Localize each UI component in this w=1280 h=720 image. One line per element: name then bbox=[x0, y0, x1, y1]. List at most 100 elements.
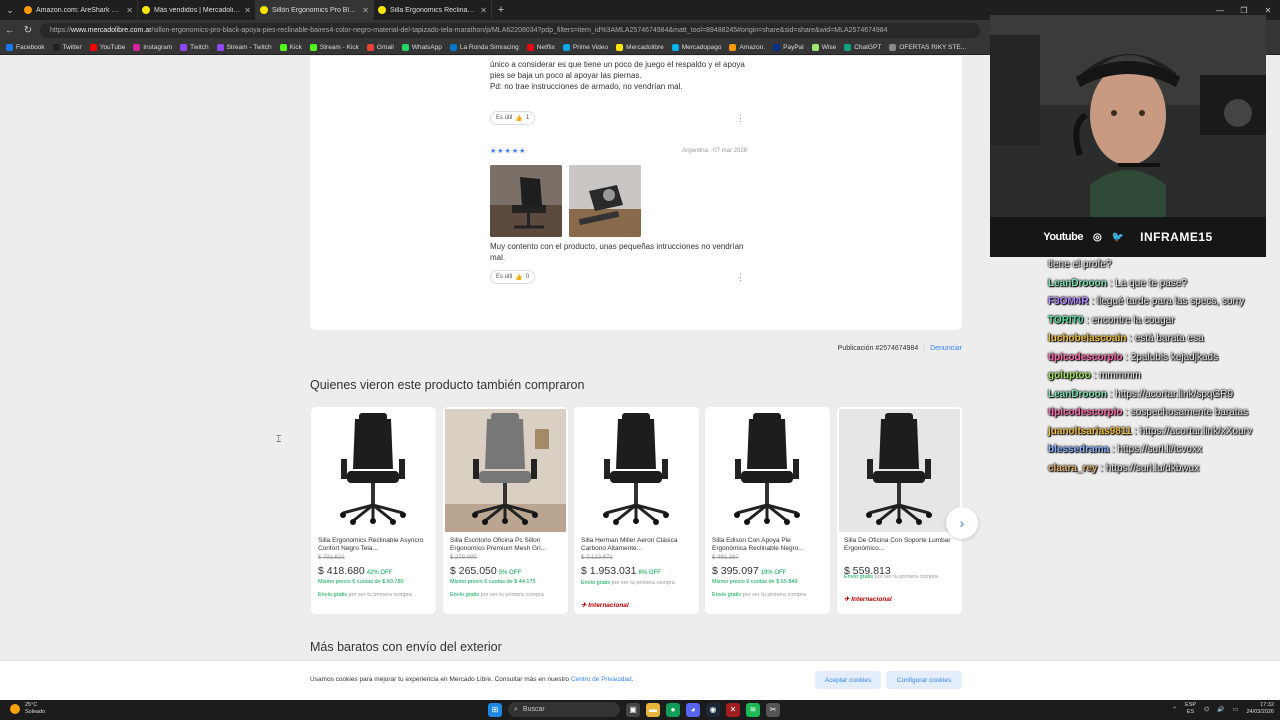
bookmark-item[interactable]: YouTube bbox=[89, 43, 125, 51]
bookmark-item[interactable]: Twitter bbox=[52, 43, 82, 51]
spotify-icon[interactable]: ≋ bbox=[746, 702, 760, 717]
chat-text: : sospechosamente baratas bbox=[1122, 407, 1249, 418]
close-tab-icon[interactable]: ✕ bbox=[244, 6, 251, 15]
configure-cookies-button[interactable]: Configurar cookies bbox=[886, 671, 962, 689]
taskbar-search[interactable]: ⌕ Buscar bbox=[508, 702, 620, 717]
tab-favicon-icon bbox=[260, 6, 268, 14]
review-photo-1[interactable] bbox=[490, 165, 562, 237]
review-photo-2[interactable] bbox=[569, 165, 641, 237]
bookmark-item[interactable]: PayPal bbox=[773, 43, 804, 51]
task-view-icon[interactable]: ▣ bbox=[626, 702, 640, 717]
bookmark-item[interactable]: WhatsApp bbox=[401, 43, 442, 51]
carousel-next-button[interactable]: › bbox=[946, 507, 978, 539]
bookmark-item[interactable]: Facebook bbox=[6, 43, 45, 51]
product-name[interactable]: Silla Edison Con Apoya Pie Ergonómica Re… bbox=[712, 537, 826, 553]
tray-chevron-icon[interactable]: ⌃ bbox=[1172, 706, 1177, 713]
chat-text: tiene el profe? bbox=[1048, 259, 1112, 270]
tools-icon[interactable]: ✂ bbox=[766, 702, 780, 717]
product-image[interactable] bbox=[313, 409, 434, 532]
language-indicator[interactable]: ESP ES bbox=[1185, 702, 1196, 716]
browser-tab[interactable]: Amazon.com: AreShark Silla de ofi ✕ bbox=[20, 0, 138, 20]
url-field[interactable]: https://www.mercadolibre.com.ar/sillon-e… bbox=[40, 22, 980, 38]
file-explorer-icon[interactable]: ▬ bbox=[646, 702, 660, 717]
bookmark-item[interactable]: Twitch bbox=[180, 43, 209, 51]
browser-tab[interactable]: Más vendidos | Mercadolibre Arge✕ bbox=[138, 0, 256, 20]
maximize-icon[interactable]: ❐ bbox=[1232, 6, 1256, 15]
new-tab-button[interactable]: + bbox=[492, 4, 510, 16]
thumbs-up-icon: 👍 bbox=[515, 115, 523, 122]
product-card[interactable]: Silla Ergonomics Reclinable Asyncro Conf… bbox=[311, 407, 436, 614]
product-price: $ 265.050 5% OFF bbox=[450, 565, 522, 577]
bookmark-item[interactable]: ChatGPT bbox=[844, 43, 881, 51]
bookmark-item[interactable]: Mercadolibre bbox=[616, 43, 664, 51]
close-tab-icon[interactable]: ✕ bbox=[362, 6, 369, 15]
privacy-center-link[interactable]: Centro de Privacidad bbox=[571, 676, 632, 683]
bookmark-label: Stream - Twitch bbox=[226, 43, 272, 51]
accept-cookies-button[interactable]: Aceptar cookies bbox=[815, 671, 881, 689]
chat-message: goluptoo : mmmmm bbox=[1048, 367, 1266, 386]
product-name[interactable]: Silla Ergonomics Reclinable Asyncro Conf… bbox=[318, 537, 432, 553]
close-tab-icon[interactable]: ✕ bbox=[480, 6, 487, 15]
close-tab-icon[interactable]: ✕ bbox=[126, 6, 133, 15]
bookmark-item[interactable]: Stream - Kick bbox=[309, 43, 359, 51]
product-image[interactable] bbox=[839, 409, 960, 532]
bookmark-item[interactable]: Prime Video bbox=[562, 43, 609, 51]
bookmark-item[interactable]: Instagram bbox=[133, 43, 172, 51]
bookmark-item[interactable]: La Ronda Simracing bbox=[449, 43, 519, 51]
bookmark-item[interactable]: OFERTAS RIKY STE... bbox=[889, 43, 966, 51]
shipping-info: Envío gratis por ser tu primera compra bbox=[318, 592, 412, 598]
app-icon[interactable]: ✕ bbox=[726, 702, 740, 717]
back-icon[interactable]: ← bbox=[4, 25, 16, 36]
international-badge: ✈ Internacional bbox=[581, 602, 629, 609]
product-image[interactable] bbox=[576, 409, 697, 532]
section-title-cheaper-abroad: Más baratos con envío del exterior bbox=[310, 640, 502, 654]
discount-badge: 42% OFF bbox=[366, 570, 393, 576]
more-options-icon[interactable]: ⋮ bbox=[736, 113, 745, 124]
bookmark-item[interactable]: Mercadopago bbox=[671, 43, 721, 51]
bookmark-item[interactable]: Wise bbox=[811, 43, 836, 51]
network-icon[interactable]: ⌬ bbox=[1204, 706, 1209, 713]
minimize-icon[interactable]: — bbox=[1208, 6, 1232, 15]
weather-widget[interactable]: 25°C Soleado bbox=[10, 702, 45, 716]
volume-icon[interactable]: 🔊 bbox=[1217, 706, 1224, 713]
bookmark-item[interactable]: Gmail bbox=[366, 43, 394, 51]
browser-tab[interactable]: Sillón Ergonomics Pro Black Apoya✕ bbox=[256, 0, 374, 20]
bookmark-item[interactable]: Amazon. bbox=[729, 43, 765, 51]
product-card[interactable]: Silla Edison Con Apoya Pie Ergonómica Re… bbox=[705, 407, 830, 614]
product-image[interactable] bbox=[445, 409, 566, 532]
product-card[interactable]: Silla Escritorio Oficina Pc Sillon Ergon… bbox=[443, 407, 568, 614]
bookmark-icon bbox=[6, 43, 13, 51]
chat-username: LeanDrooon bbox=[1048, 277, 1107, 289]
battery-icon[interactable]: ▭ bbox=[1233, 706, 1239, 713]
clock[interactable]: 17:32 24/03/2026 bbox=[1246, 702, 1274, 716]
bookmark-item[interactable]: Kick bbox=[279, 43, 302, 51]
start-windows-icon[interactable]: ⊞ bbox=[488, 702, 502, 717]
chrome-icon[interactable]: ● bbox=[666, 702, 680, 717]
product-name[interactable]: Silla Herman Miller Aeron Clásica Carbon… bbox=[581, 537, 695, 553]
bookmark-item[interactable]: Stream - Twitch bbox=[216, 43, 272, 51]
thumbs-up-icon: 👍 bbox=[515, 274, 523, 281]
product-name[interactable]: Silla Escritorio Oficina Pc Sillon Ergon… bbox=[450, 537, 564, 553]
more-options-icon[interactable]: ⋮ bbox=[736, 272, 745, 283]
chat-text: : encontre la cougar bbox=[1083, 314, 1175, 326]
useful-button-1[interactable]: Es útil 👍 1 bbox=[490, 111, 536, 125]
cookie-banner: Usamos cookies para mejorar tu experienc… bbox=[0, 660, 1280, 700]
discord-icon[interactable]: ◕ bbox=[686, 702, 700, 717]
product-card[interactable]: Silla De Oficina Con Soporte Lumbar Ergo… bbox=[837, 407, 962, 614]
cookie-text: Usamos cookies para mejorar tu experienc… bbox=[310, 676, 634, 683]
report-link[interactable]: Denunciar bbox=[930, 345, 962, 352]
reload-icon[interactable]: ↻ bbox=[22, 25, 34, 36]
product-name[interactable]: Silla De Oficina Con Soporte Lumbar Ergo… bbox=[844, 537, 958, 553]
social-bar: Youtube ◎ 🐦 INFRAME15 bbox=[990, 217, 1266, 257]
tab-list-icon[interactable]: ⌄ bbox=[0, 0, 20, 20]
browser-tab[interactable]: Silla Ergonomics Reclinable Asyn✕ bbox=[374, 0, 492, 20]
close-window-icon[interactable]: ✕ bbox=[1256, 6, 1280, 15]
bookmark-label: Prime Video bbox=[572, 43, 609, 51]
bookmark-item[interactable]: Netflix bbox=[526, 43, 555, 51]
useful-button-2[interactable]: Es útil 👍 0 bbox=[490, 270, 536, 284]
tab-title: Silla Ergonomics Reclinable Asyn bbox=[390, 6, 477, 14]
bookmark-icon bbox=[889, 43, 897, 51]
product-image[interactable] bbox=[707, 409, 828, 532]
steam-icon[interactable]: ◉ bbox=[706, 702, 720, 717]
product-card[interactable]: Silla Herman Miller Aeron Clásica Carbon… bbox=[574, 407, 699, 614]
